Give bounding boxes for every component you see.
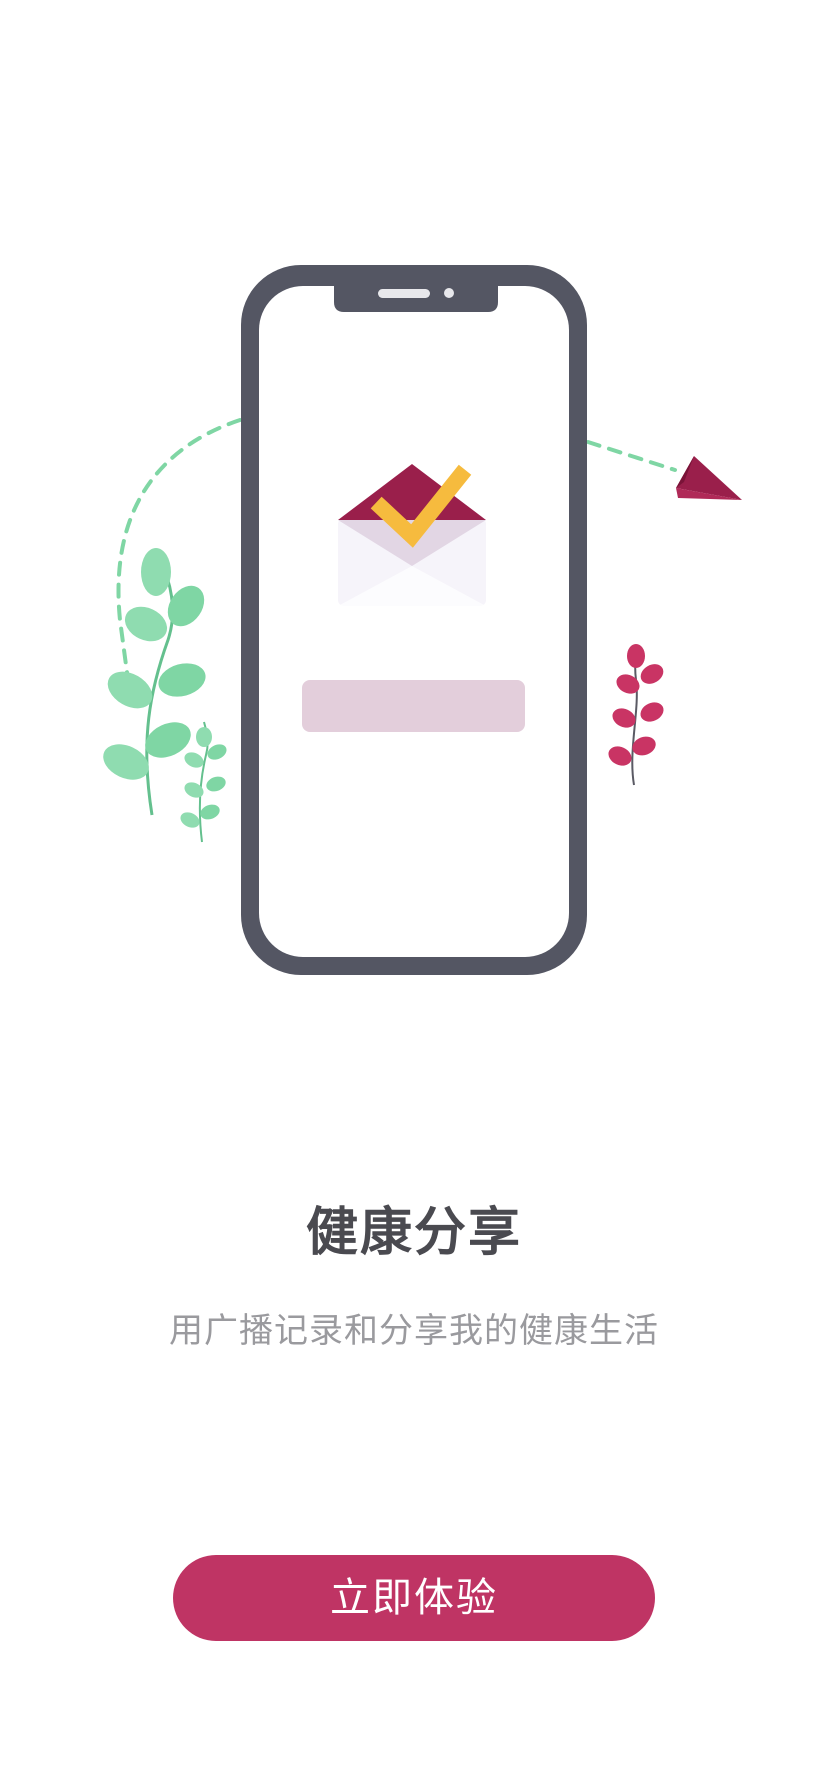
red-leaf-branch: [608, 644, 664, 786]
start-experience-button[interactable]: 立即体验: [173, 1555, 655, 1641]
dashed-path-right: [586, 440, 677, 472]
progress-bar-placeholder: [302, 680, 525, 732]
dashed-path-left: [116, 418, 242, 682]
paper-plane-icon: [676, 456, 742, 500]
onboarding-subtitle: 用广播记录和分享我的健康生活: [169, 1311, 659, 1351]
green-leaf-branch: [103, 548, 206, 816]
onboarding-illustration: [103, 265, 742, 975]
onboarding-title: 健康分享: [305, 1203, 522, 1263]
phone-frame: [241, 265, 587, 975]
